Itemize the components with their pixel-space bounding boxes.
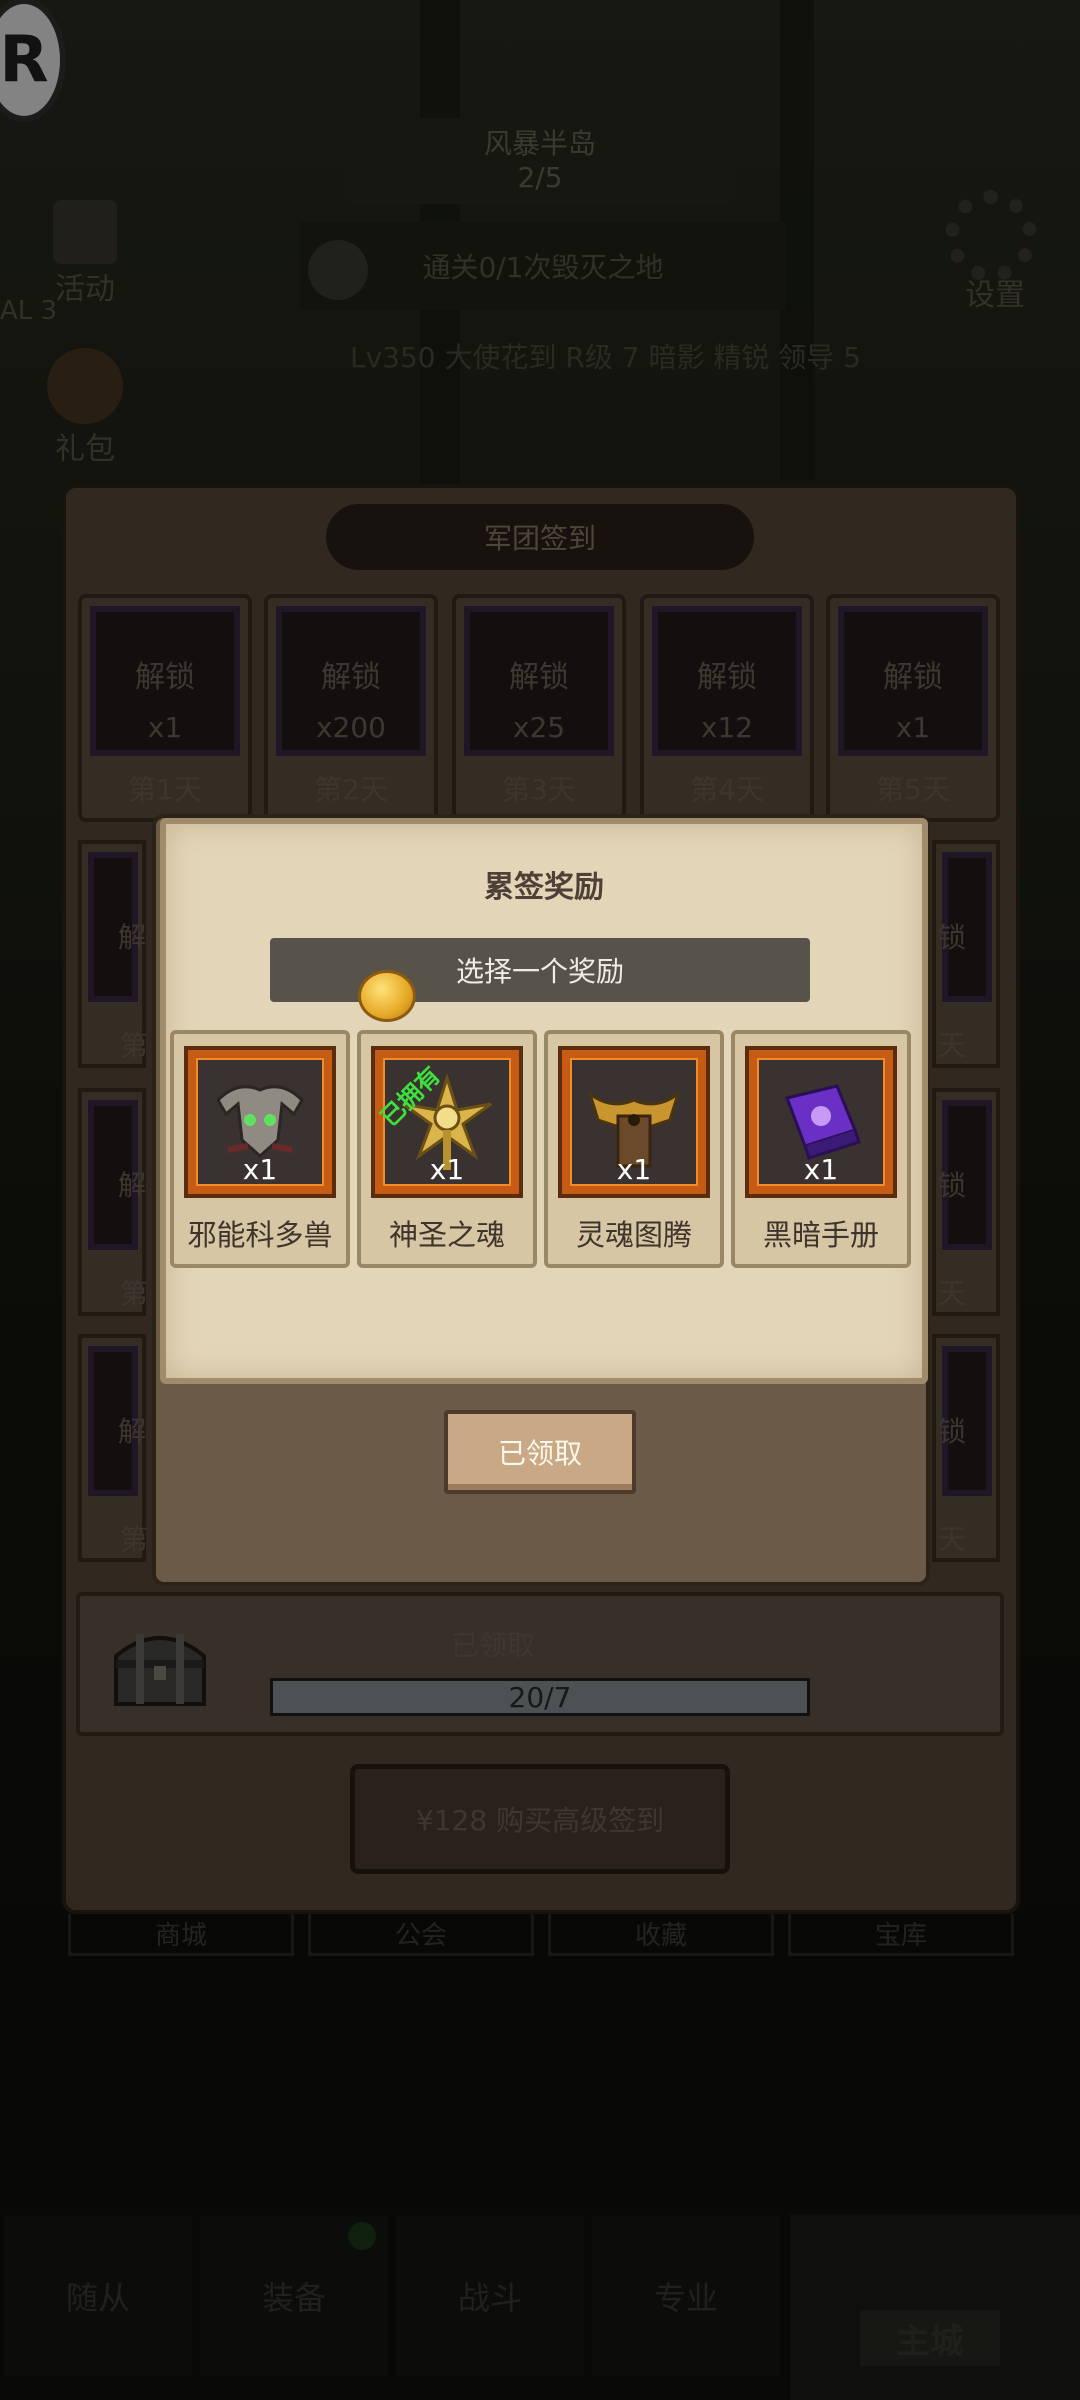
reward-frame: x1 [184,1046,336,1198]
reward-option-4[interactable]: x1 黑暗手册 [731,1030,911,1268]
select-reward-banner: 选择一个奖励 [270,938,810,1002]
select-reward-text: 选择一个奖励 [455,955,624,988]
reward-name: 神圣之魂 [388,1218,505,1252]
claimed-button[interactable]: 已领取 [444,1410,636,1494]
reward-qty: x1 [429,1153,465,1186]
reward-frame: x1 [558,1046,710,1198]
reward-name: 灵魂图腾 [575,1218,692,1252]
reward-name: 黑暗手册 [762,1218,879,1252]
reward-qty: x1 [803,1153,839,1186]
reward-qty: x1 [242,1153,278,1186]
reward-option-2[interactable]: x1 已拥有 神圣之魂 [357,1030,537,1268]
reward-name: 邪能科多兽 [187,1218,333,1252]
reward-option-1[interactable]: x1 邪能科多兽 [170,1030,350,1268]
claimed-button-label: 已领取 [497,1437,582,1470]
reward-popup-title: 累签奖励 [484,870,604,905]
reward-qty: x1 [616,1153,652,1186]
reward-frame: x1 [745,1046,897,1198]
gold-coin-icon [358,970,416,1022]
reward-option-3[interactable]: x1 灵魂图腾 [544,1030,724,1268]
